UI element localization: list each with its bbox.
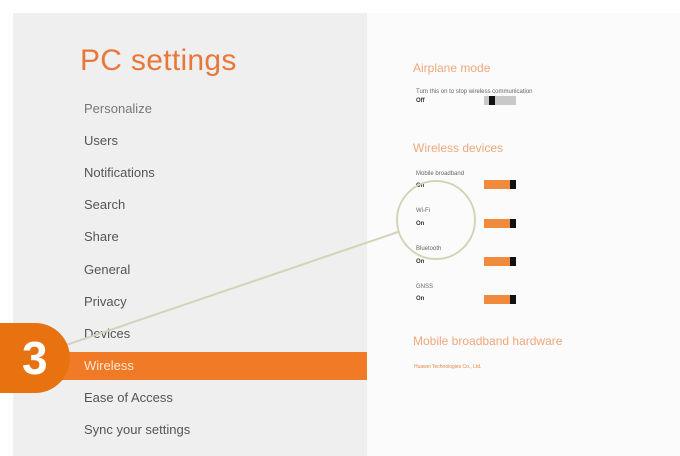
callout-circle [396, 180, 476, 260]
step-badge: 3 [0, 323, 70, 393]
step-number: 3 [22, 332, 48, 384]
callout-line [65, 231, 399, 346]
callout-connector [65, 231, 399, 346]
